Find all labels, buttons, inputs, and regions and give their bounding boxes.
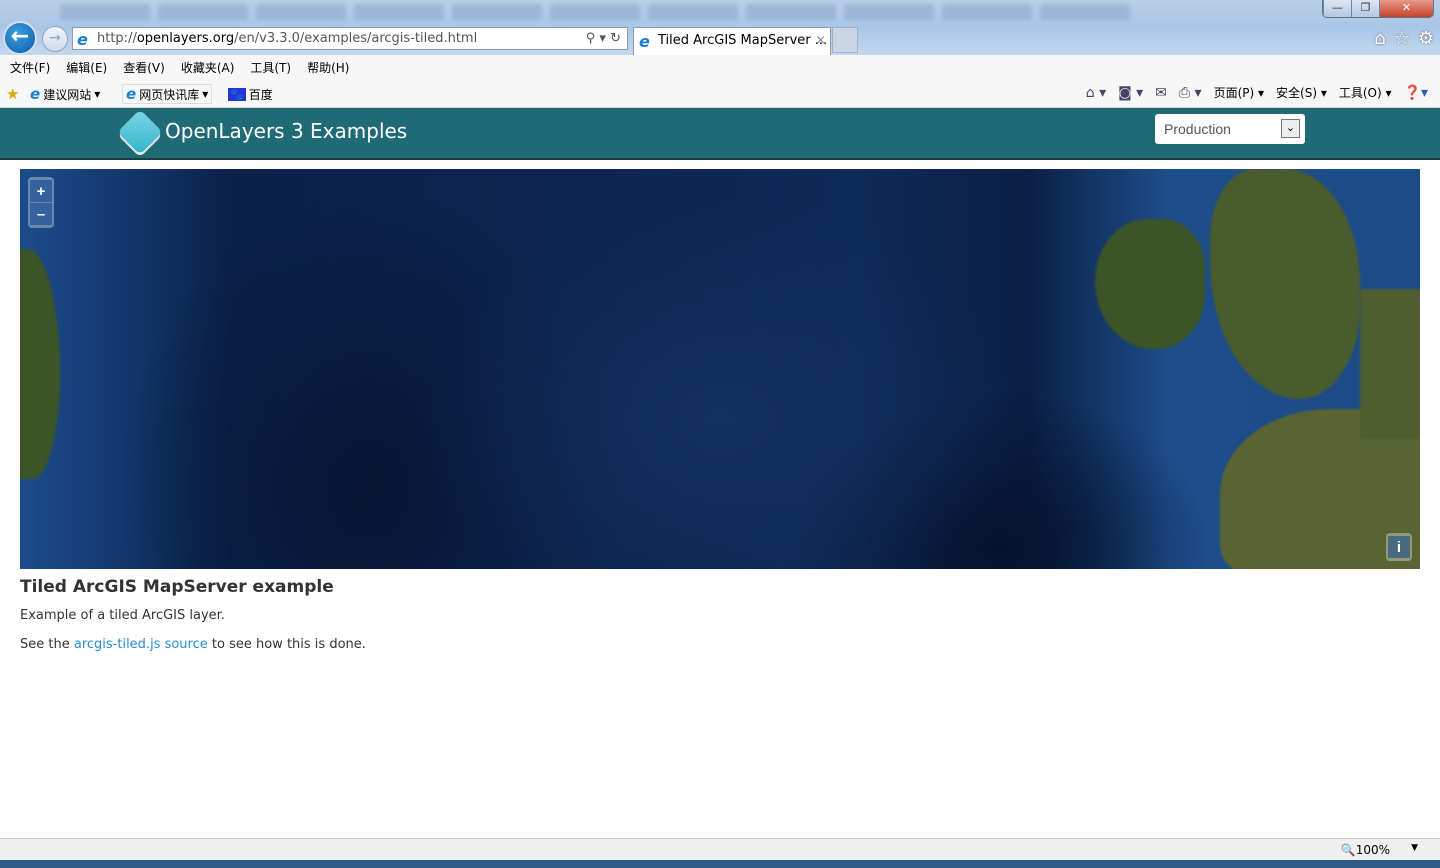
fav-label: 百度: [248, 87, 273, 102]
fav-baidu[interactable]: 🐾 百度: [228, 84, 273, 104]
tab-title: Tiled ArcGIS MapServer ...: [658, 33, 828, 48]
safety-menu[interactable]: 安全(S) ▾: [1276, 84, 1327, 101]
search-icon[interactable]: ⚲ ▾: [586, 31, 606, 46]
example-description: Example of a tiled ArcGIS layer.: [20, 608, 225, 623]
address-bar[interactable]: e http://openlayers.org/en/v3.3.0/exampl…: [72, 27, 628, 50]
menu-favorites[interactable]: 收藏夹(A): [181, 59, 235, 76]
home-icon[interactable]: ⌂: [1374, 28, 1385, 49]
url-prefix: http://: [97, 31, 137, 46]
minimize-button[interactable]: —: [1323, 0, 1351, 17]
zoom-in-button[interactable]: +: [30, 180, 52, 202]
page-menu-label: 页面(P): [1213, 86, 1255, 100]
openlayers-logo[interactable]: [117, 109, 163, 155]
zoom-magnifier-icon: 🔍: [1340, 843, 1356, 857]
menu-help[interactable]: 帮助(H): [307, 59, 349, 76]
tools-menu[interactable]: 工具(O) ▾: [1339, 84, 1392, 101]
site-brand[interactable]: OpenLayers 3 Examples: [165, 119, 407, 143]
source-suffix: to see how this is done.: [211, 637, 366, 652]
map-viewport[interactable]: + – i: [20, 169, 1420, 569]
rss-feed-icon[interactable]: ◙ ▾: [1118, 85, 1143, 101]
menu-bar: 文件(F) 编辑(E) 查看(V) 收藏夹(A) 工具(T) 帮助(H): [0, 55, 1440, 79]
menu-edit[interactable]: 编辑(E): [66, 59, 107, 76]
fav-suggested-sites[interactable]: e 建议网站 ▾: [30, 84, 100, 104]
forward-button[interactable]: →: [42, 26, 68, 52]
land-ireland: [1095, 219, 1205, 349]
site-header: OpenLayers 3 Examples Production ⌄: [0, 108, 1440, 160]
close-window-button[interactable]: ✕: [1379, 0, 1433, 17]
home-icon[interactable]: ⌂ ▾: [1086, 85, 1106, 101]
back-button[interactable]: ←: [3, 21, 37, 55]
zoom-level[interactable]: 🔍100%: [1341, 843, 1390, 857]
source-note: See the arcgis-tiled.js source to see ho…: [20, 637, 366, 652]
menu-tools[interactable]: 工具(T): [250, 59, 291, 76]
restore-button[interactable]: ❐: [1351, 0, 1379, 17]
ie-icon: e: [126, 85, 137, 103]
example-title: Tiled ArcGIS MapServer example: [20, 577, 334, 597]
url-domain: openlayers.org: [136, 31, 235, 46]
fav-web-slice-gallery[interactable]: e 网页快讯库 ▾: [122, 84, 213, 104]
fav-label: 网页快讯库: [139, 87, 200, 102]
example-content: Tiled ArcGIS MapServer example Example o…: [20, 577, 366, 666]
safety-menu-label: 安全(S): [1276, 86, 1318, 100]
tab-active[interactable]: e Tiled ArcGIS MapServer ... ×: [633, 27, 831, 55]
help-icon[interactable]: ❓▾: [1404, 85, 1428, 101]
chevron-down-icon: ⌄: [1281, 119, 1300, 138]
favorites-star-icon[interactable]: ☆: [1394, 28, 1410, 49]
mail-icon[interactable]: ✉: [1155, 85, 1167, 101]
browser-titlebar: — ❐ ✕ ← → e http://openlayers.org/en/v3.…: [0, 0, 1440, 55]
land-europe: [1360, 289, 1420, 439]
mode-select[interactable]: Production ⌄: [1155, 114, 1305, 144]
favorites-bar: ★ e 建议网站 ▾ e 网页快讯库 ▾ 🐾 百度 ⌂ ▾ ◙ ▾ ✉ ⎙ ▾ 页面(…: [0, 79, 1440, 108]
print-icon[interactable]: ⎙ ▾: [1179, 85, 1202, 101]
attribution-control: i: [1386, 533, 1412, 561]
baidu-paw-icon: 🐾: [228, 87, 246, 101]
ie-icon: e: [77, 30, 88, 49]
menu-file[interactable]: 文件(F): [10, 59, 50, 76]
background-tabs: [60, 4, 1130, 26]
favorites-star-icon[interactable]: ★: [6, 84, 19, 104]
gear-icon[interactable]: ⚙: [1418, 28, 1434, 49]
zoom-level-value: 100%: [1355, 843, 1390, 857]
source-prefix: See the: [20, 637, 70, 652]
zoom-control: + –: [28, 177, 54, 228]
source-link[interactable]: arcgis-tiled.js source: [74, 637, 208, 652]
mode-select-value: Production: [1164, 121, 1231, 137]
zoom-dropdown-icon[interactable]: ▼: [1411, 843, 1418, 853]
zoom-out-button[interactable]: –: [30, 203, 52, 225]
ie-icon: e: [639, 32, 650, 51]
taskbar: [0, 860, 1440, 868]
land-newfoundland: [20, 249, 60, 479]
tab-close-icon[interactable]: ×: [815, 28, 826, 53]
land-britain: [1210, 169, 1360, 399]
window-controls: — ❐ ✕: [1322, 0, 1434, 18]
status-bar: 🔍100% ▼: [0, 838, 1440, 860]
attribution-button[interactable]: i: [1388, 536, 1410, 558]
refresh-icon[interactable]: ↻: [610, 31, 621, 46]
page-menu[interactable]: 页面(P) ▾: [1214, 84, 1264, 101]
new-tab-button[interactable]: [832, 27, 858, 53]
ie-icon: e: [30, 85, 41, 103]
menu-view[interactable]: 查看(V): [123, 59, 165, 76]
tools-menu-label: 工具(O): [1338, 86, 1382, 100]
url-path: /en/v3.3.0/examples/arcgis-tiled.html: [234, 31, 478, 46]
fav-label: 建议网站: [43, 87, 92, 102]
